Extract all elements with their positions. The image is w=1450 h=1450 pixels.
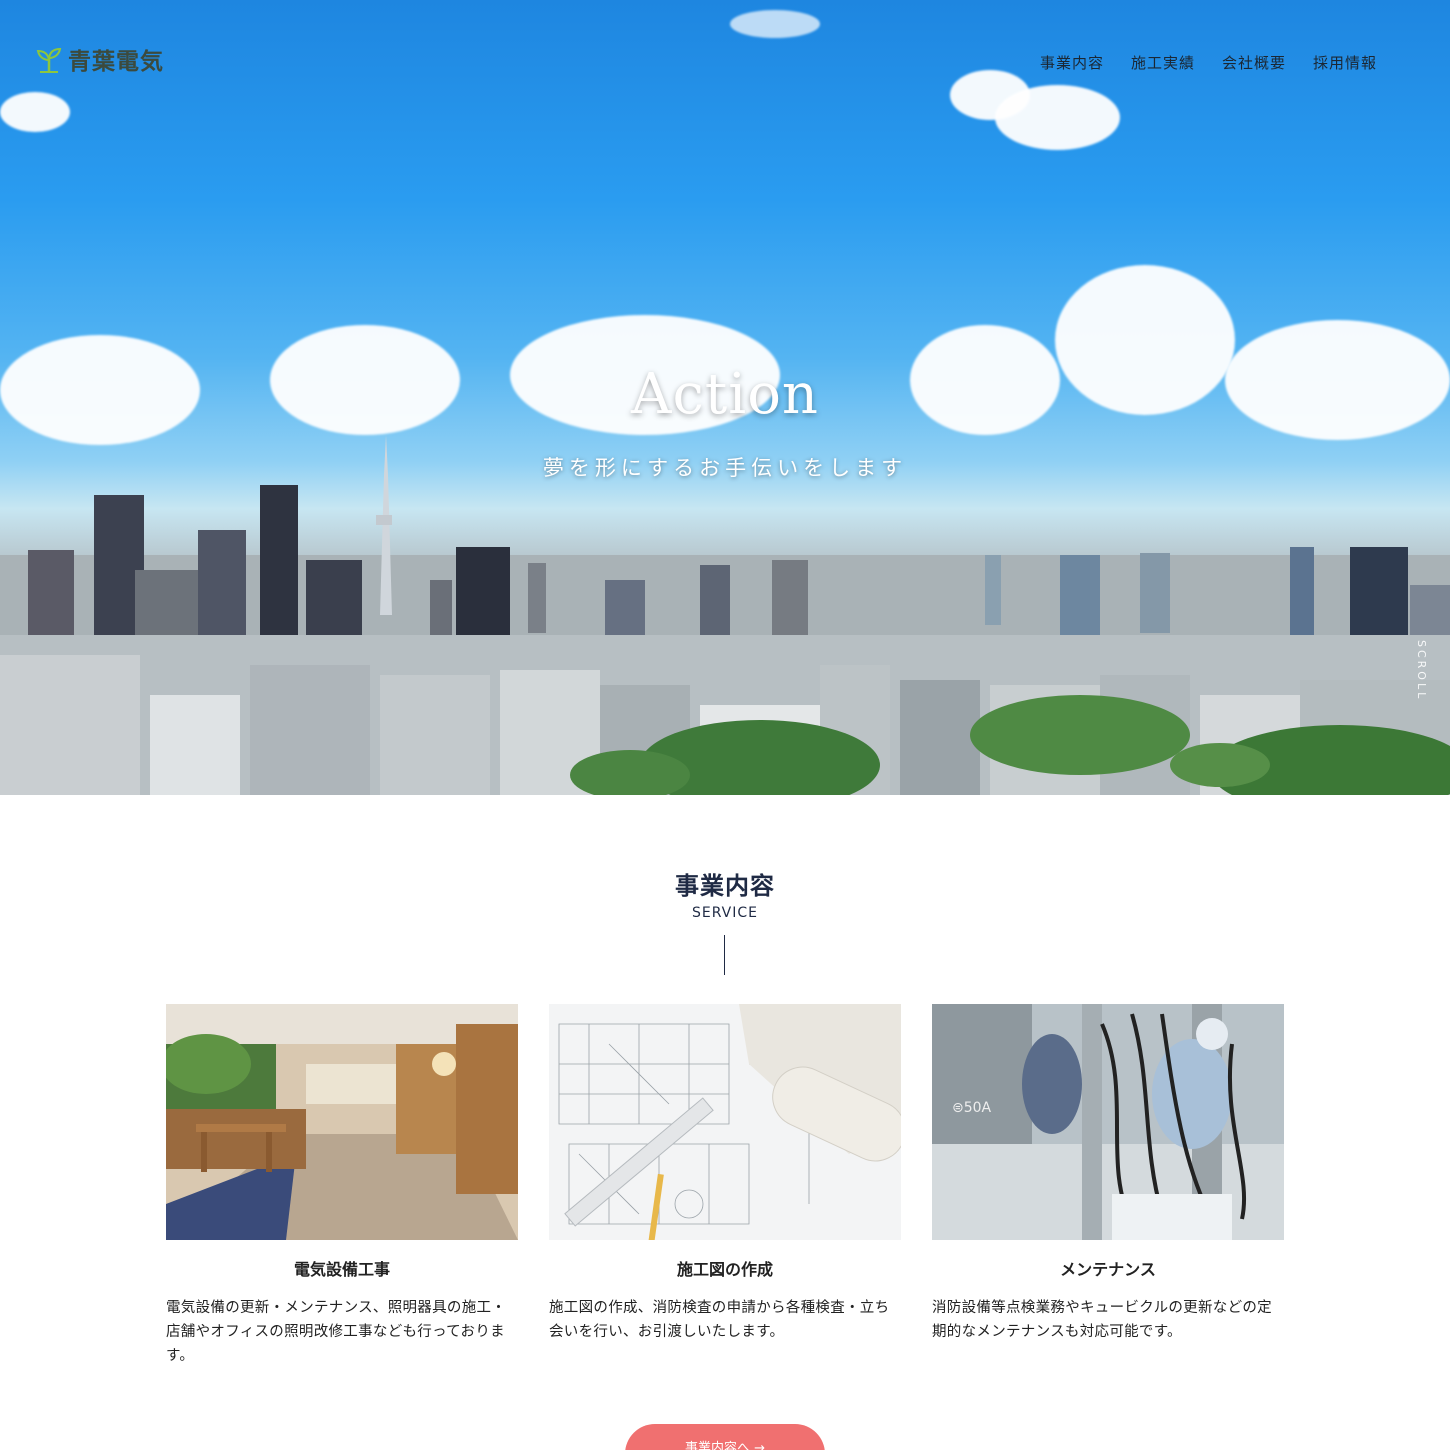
service-more-button[interactable]: 事業内容へ → bbox=[625, 1424, 825, 1450]
section-divider bbox=[724, 935, 725, 975]
nav-item-service[interactable]: 事業内容 bbox=[1040, 52, 1104, 73]
card-title: メンテナンス bbox=[1060, 1260, 1156, 1279]
service-card-electrical[interactable]: 電気設備工事 電気設備の更新・メンテナンス、照明器具の施工・店舗やオフィスの照明… bbox=[166, 1004, 518, 1368]
cloud bbox=[0, 92, 70, 132]
cloud bbox=[995, 85, 1120, 150]
service-card-maintenance[interactable]: ⊜50A メンテナンス 消防設備等点検業務やキュービクルの更新などの定期的なメン… bbox=[932, 1004, 1284, 1344]
logo-text: 青葉電気 bbox=[68, 49, 164, 75]
scroll-indicator[interactable]: SCROLL bbox=[1415, 640, 1428, 701]
card-description: 施工図の作成、消防検査の申請から各種検査・立ち会いを行い、お引渡しいたします。 bbox=[549, 1300, 890, 1340]
city-skyline bbox=[0, 435, 1450, 795]
sprout-icon bbox=[36, 47, 62, 73]
card-title: 施工図の作成 bbox=[676, 1260, 773, 1279]
site-logo[interactable]: 青葉電気 bbox=[36, 42, 164, 76]
blueprint-image bbox=[549, 1004, 901, 1240]
section-title: 事業内容 bbox=[675, 872, 775, 900]
section-subtitle: SERVICE bbox=[691, 905, 759, 921]
hero-title: Action bbox=[631, 362, 819, 427]
maintenance-image: ⊜50A bbox=[932, 1004, 1284, 1240]
card-description: 電気設備の更新・メンテナンス、照明器具の施工・店舗やオフィスの照明改修工事なども… bbox=[166, 1300, 507, 1364]
office-interior-image bbox=[166, 1004, 518, 1240]
cloud bbox=[730, 10, 820, 38]
nav-item-company[interactable]: 会社概要 bbox=[1222, 52, 1286, 73]
service-card-drawings[interactable]: 施工図の作成 施工図の作成、消防検査の申請から各種検査・立ち会いを行い、お引渡し… bbox=[549, 1004, 901, 1344]
hero-subtitle: 夢を形にするお手伝いをします bbox=[542, 456, 908, 480]
nav-item-works[interactable]: 施工実績 bbox=[1131, 52, 1195, 73]
main-nav: 事業内容 施工実績 会社概要 採用情報 bbox=[1040, 52, 1377, 73]
card-description: 消防設備等点検業務やキュービクルの更新などの定期的なメンテナンスも対応可能です。 bbox=[932, 1300, 1272, 1340]
card-title: 電気設備工事 bbox=[293, 1260, 390, 1279]
svg-text:⊜50A: ⊜50A bbox=[952, 1100, 992, 1116]
nav-item-recruit[interactable]: 採用情報 bbox=[1313, 52, 1377, 73]
